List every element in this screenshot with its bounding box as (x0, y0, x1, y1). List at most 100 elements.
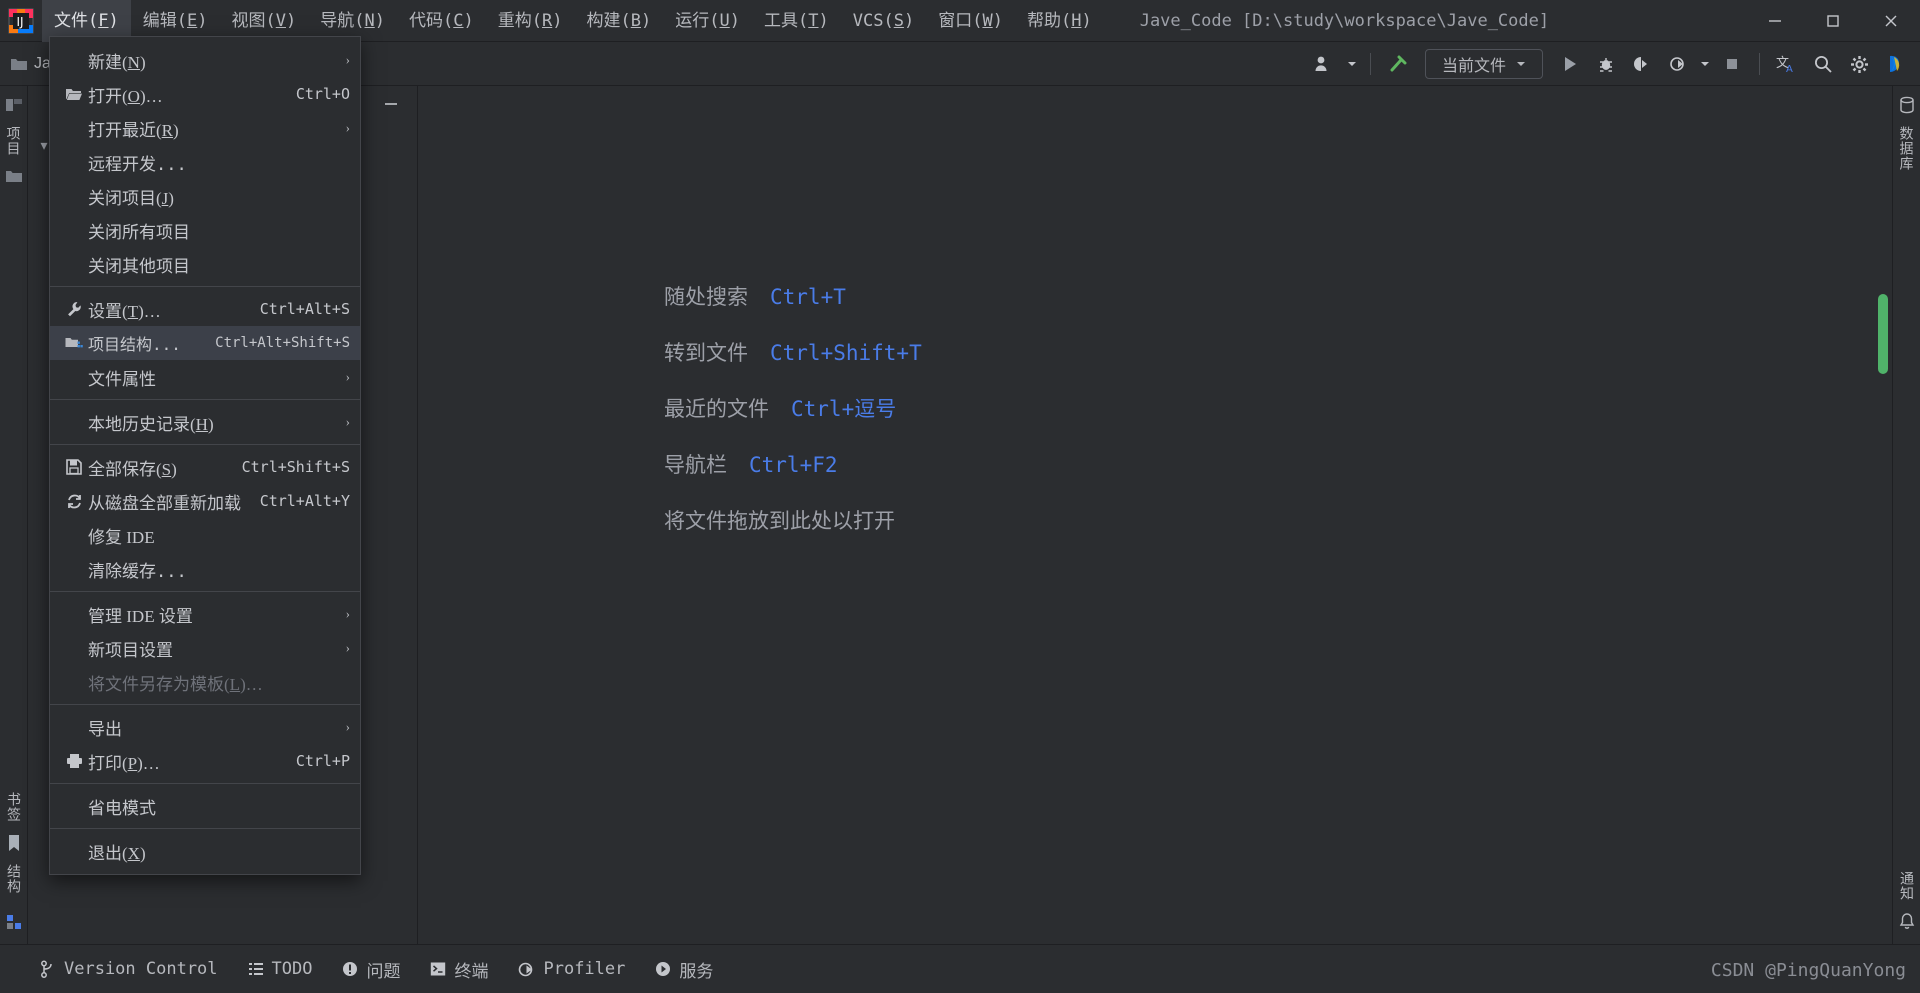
status-item-problems[interactable]: 问题 (342, 957, 400, 982)
hide-panel-icon[interactable] (373, 97, 409, 116)
maximize-button[interactable] (1804, 0, 1862, 42)
hint-row-recent-files: 最近的文件 Ctrl+逗号 (664, 393, 922, 423)
menu-item-save-all[interactable]: 全部保存(S) Ctrl+Shift+S (50, 450, 360, 484)
run-configuration-selector[interactable]: 当前文件 (1425, 49, 1543, 79)
left-strip-label-project[interactable]: 项目 (4, 120, 24, 162)
menu-item-manage-ide-settings[interactable]: 管理 IDE 设置 › (50, 597, 360, 631)
menu-item-label: 打开最近(R) (88, 120, 179, 140)
chevron-right-icon: › (345, 414, 350, 429)
menu-item-settings[interactable]: 设置(T)… Ctrl+Alt+S (50, 292, 360, 326)
status-item-version-control[interactable]: Version Control (40, 959, 218, 979)
menu-item-shortcut: Ctrl+Alt+S (259, 300, 350, 318)
todo-list-icon (248, 963, 263, 975)
status-item-terminal[interactable]: 终端 (430, 957, 488, 982)
menu-item-label: 设置(T)… (88, 301, 161, 321)
user-account-icon[interactable] (1308, 47, 1342, 81)
toolbar-divider-2 (1759, 53, 1760, 75)
profiler-run-icon[interactable] (1661, 47, 1695, 81)
status-item-todo[interactable]: TODO (248, 959, 312, 979)
menu-item-new[interactable]: 新建(N) › (50, 43, 360, 77)
file-menu-popup[interactable]: 新建(N) › 打开(O)… Ctrl+O 打开最近(R) › 远程开发... … (49, 36, 361, 875)
menu-item-label: 关闭所有项目 (88, 222, 190, 242)
bookmark-icon[interactable] (6, 834, 22, 852)
hint-shortcut: Ctrl+T (770, 285, 846, 309)
settings-gear-icon[interactable] (1842, 47, 1876, 81)
menu-item-reload-all-from-disk[interactable]: 从磁盘全部重新加载 Ctrl+Alt+Y (50, 484, 360, 518)
menubar-item-vcs[interactable]: VCS(S) (841, 0, 926, 42)
menu-item-project-structure[interactable]: 项目结构... Ctrl+Alt+Shift+S (50, 326, 360, 360)
save-icon (60, 459, 88, 475)
menu-item-remote-development[interactable]: 远程开发... (50, 145, 360, 179)
left-strip-bottom-group[interactable]: 书签 结构 (0, 786, 28, 936)
menu-item-label: 远程开发... (88, 154, 187, 175)
structure-icon[interactable] (6, 914, 22, 930)
left-strip-label-bookmarks[interactable]: 书签 (4, 786, 24, 828)
menu-item-local-history[interactable]: 本地历史记录(H) › (50, 405, 360, 439)
chevron-down-icon[interactable] (1344, 47, 1360, 81)
menu-item-file-properties[interactable]: 文件属性 › (50, 360, 360, 394)
left-tool-window-bar[interactable]: 项目 书签 结构 (0, 86, 28, 944)
hint-row-search-everywhere: 随处搜索 Ctrl+T (664, 281, 922, 311)
menu-item-exit[interactable]: 退出(X) (50, 834, 360, 868)
window-title: Jave_Code [D:\study\workspace\Jave_Code] (1139, 10, 1550, 31)
ai-assistant-icon[interactable] (1878, 47, 1912, 81)
menu-separator (50, 828, 360, 829)
menu-separator (50, 591, 360, 592)
menu-item-shortcut: Ctrl+Shift+S (241, 458, 350, 476)
menu-item-open-recent[interactable]: 打开最近(R) › (50, 111, 360, 145)
terminal-icon (431, 962, 446, 976)
status-item-services[interactable]: 服务 (655, 957, 713, 982)
menubar-item-build[interactable]: 构建(B) (575, 0, 664, 42)
menu-item-open[interactable]: 打开(O)… Ctrl+O (50, 77, 360, 111)
menu-item-close-other-projects[interactable]: 关闭其他项目 (50, 247, 360, 281)
database-icon[interactable] (1899, 96, 1915, 114)
menu-item-close-project[interactable]: 关闭项目(J) (50, 179, 360, 213)
search-everywhere-icon[interactable] (1806, 47, 1840, 81)
close-button[interactable] (1862, 0, 1920, 42)
build-hammer-icon[interactable] (1381, 47, 1415, 81)
right-strip-label-notifications[interactable]: 通知 (1897, 865, 1917, 907)
stop-icon[interactable] (1715, 47, 1749, 81)
notifications-bell-icon[interactable] (1899, 913, 1915, 930)
menu-item-power-save-mode[interactable]: 省电模式 (50, 789, 360, 823)
left-strip-label-structure[interactable]: 结构 (4, 858, 24, 900)
hint-row-go-to-file: 转到文件 Ctrl+Shift+T (664, 337, 922, 367)
menu-item-export[interactable]: 导出 › (50, 710, 360, 744)
editor-scrollbar-thumb[interactable] (1878, 294, 1888, 374)
menu-item-close-all-projects[interactable]: 关闭所有项目 (50, 213, 360, 247)
menu-item-repair-ide[interactable]: 修复 IDE (50, 518, 360, 552)
debug-icon[interactable] (1589, 47, 1623, 81)
menu-separator (50, 704, 360, 705)
chevron-right-icon: › (345, 369, 350, 384)
run-icon[interactable] (1553, 47, 1587, 81)
menubar-item-refactor[interactable]: 重构(R) (486, 0, 575, 42)
menubar-item-run[interactable]: 运行(U) (663, 0, 752, 42)
chevron-down-icon[interactable] (1697, 47, 1713, 81)
right-tool-window-bar[interactable]: 数据库 通知 (1892, 86, 1920, 944)
minimize-button[interactable] (1746, 0, 1804, 42)
editor-scrollbar-track[interactable] (1878, 86, 1890, 944)
menu-item-shortcut: Ctrl+O (295, 85, 350, 103)
right-strip-label-database[interactable]: 数据库 (1897, 120, 1917, 177)
menu-item-print[interactable]: 打印(P)… Ctrl+P (50, 744, 360, 778)
menu-item-label: 退出(X) (88, 843, 146, 863)
folder-tool-icon[interactable] (5, 168, 23, 184)
right-strip-bottom-group[interactable]: 通知 (1893, 865, 1920, 936)
menubar-item-tools[interactable]: 工具(T) (752, 0, 841, 42)
translate-icon[interactable]: 文A (1770, 47, 1804, 81)
menu-item-invalidate-caches[interactable]: 清除缓存... (50, 552, 360, 586)
chevron-right-icon: › (345, 640, 350, 655)
run-with-coverage-icon[interactable] (1625, 47, 1659, 81)
menubar-item-help[interactable]: 帮助(H) (1015, 0, 1104, 42)
menubar-item-window[interactable]: 窗口(W) (926, 0, 1015, 42)
project-tool-icon[interactable] (5, 96, 23, 114)
hint-label: 转到文件 (664, 341, 748, 365)
menu-item-new-projects-setup[interactable]: 新项目设置 › (50, 631, 360, 665)
status-bar: Version Control TODO 问题 终端 Profiler 服务 C… (0, 944, 1920, 993)
status-item-profiler[interactable]: Profiler (518, 959, 625, 979)
reload-icon (60, 493, 88, 510)
menu-item-shortcut: Ctrl+Alt+Y (259, 492, 350, 510)
menu-separator (50, 286, 360, 287)
menubar-item-code[interactable]: 代码(C) (397, 0, 486, 42)
toolbar-actions[interactable]: 当前文件 文A (1308, 42, 1912, 86)
